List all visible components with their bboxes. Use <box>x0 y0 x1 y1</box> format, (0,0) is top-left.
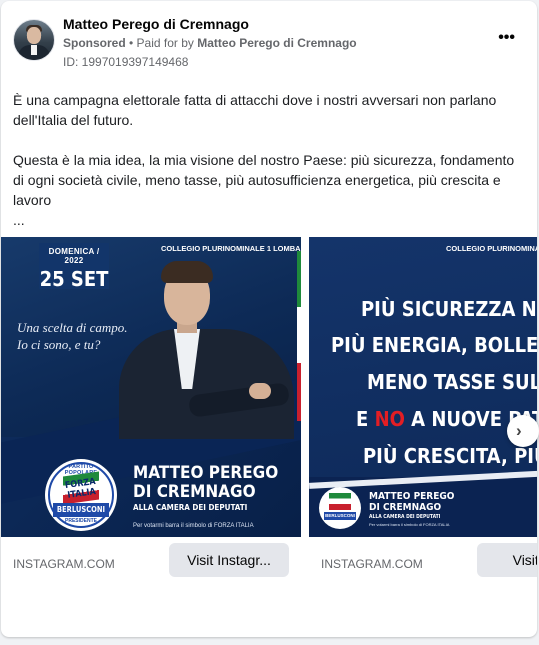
date-big: 25 SET <box>39 267 109 291</box>
candidate-name-line-1: MATTEO PEREGO <box>133 463 279 483</box>
italian-flag-stripe <box>297 251 301 421</box>
see-more-ellipsis[interactable]: ... <box>13 210 523 230</box>
paid-for-prefix: • Paid for by <box>125 36 198 50</box>
sponsored-label: Sponsored <box>63 36 126 50</box>
logo-band: BERLUSCONI <box>53 503 109 517</box>
creative-image[interactable]: DOMENICA / 2022 25 SET COLLEGIO PLURINOM… <box>1 237 301 537</box>
slogan-pre: E <box>356 407 375 431</box>
candidate-name-line-2: DI CREMNAGO <box>133 482 256 502</box>
creative-footer: Per votarmi barra il simbolo di FORZA IT… <box>369 522 450 527</box>
candidate-name-block: MATTEO PEREGO DI CREMNAGO ALLA CAMERA DE… <box>369 491 454 520</box>
visit-instagram-button[interactable]: Visit Instagr... <box>169 543 289 577</box>
card-footer: INSTAGRAM.COM Visit Ins <box>309 537 537 597</box>
slogan-line: MENO TASSE SULLA CAS <box>367 370 537 394</box>
avatar-shirt <box>31 45 37 55</box>
carousel-card[interactable]: DOMENICA / 2022 25 SET COLLEGIO PLURINOM… <box>1 237 301 597</box>
chevron-right-icon: › <box>516 421 522 440</box>
body-paragraph: Questa è la mia idea, la mia visione del… <box>13 152 515 208</box>
collegio-label: COLLEGIO PLURINOMINALE 1 <box>446 244 537 253</box>
candidate-name-line-1: MATTEO PEREGO <box>369 491 455 502</box>
candidate-subtitle: ALLA CAMERA DEI DEPUTATI <box>133 503 248 512</box>
body-paragraph: È una campagna elettorale fatta di attac… <box>13 92 497 128</box>
logo-president: PRESIDENTE <box>65 518 97 524</box>
advertiser-avatar[interactable] <box>13 19 55 61</box>
link-domain: INSTAGRAM.COM <box>13 557 115 571</box>
advertiser-name[interactable]: Matteo Perego di Cremnago <box>63 16 249 32</box>
creative-image[interactable]: COLLEGIO PLURINOMINALE 1 PIÙ SICUREZZA N… <box>309 237 537 537</box>
slogan-line: PIÙ SICUREZZA NELLE CIT <box>361 297 537 321</box>
paid-for-by[interactable]: Matteo Perego di Cremnago <box>197 36 356 50</box>
date-box: DOMENICA / 2022 25 SET <box>39 243 109 291</box>
ad-body: È una campagna elettorale fatta di attac… <box>13 90 523 230</box>
forza-italia-logo: PARTITO POPOLARE EUROPEO FORZA ITALIA BE… <box>45 459 117 531</box>
carousel: DOMENICA / 2022 25 SET COLLEGIO PLURINOM… <box>1 237 537 597</box>
logo-band: BERLUSCONI <box>324 512 356 520</box>
tagline: Una scelta di campo. Io ci sono, e tu? <box>17 319 127 353</box>
candidate-photo <box>119 259 294 439</box>
more-options-icon[interactable]: ••• <box>498 30 515 46</box>
visit-instagram-button[interactable]: Visit Ins <box>477 543 537 577</box>
carousel-card[interactable]: COLLEGIO PLURINOMINALE 1 PIÙ SICUREZZA N… <box>309 237 537 597</box>
tagline-line-1: Una scelta di campo. <box>17 320 128 335</box>
slogan-line: PIÙ CRESCITA, PIÙ LAVOR <box>363 444 537 468</box>
forza-italia-logo: BERLUSCONI <box>319 487 361 529</box>
ad-id: ID: 1997019397149468 <box>63 55 189 69</box>
sponsored-line: Sponsored • Paid for by Matteo Perego di… <box>63 36 357 50</box>
candidate-subtitle: ALLA CAMERA DEI DEPUTATI <box>369 514 441 520</box>
slogan-red-word: NO <box>374 407 405 431</box>
slogan-line: PIÙ ENERGIA, BOLLETTE MENO <box>331 333 537 357</box>
candidate-name-block: MATTEO PEREGO DI CREMNAGO ALLA CAMERA DE… <box>133 463 279 513</box>
card-footer: INSTAGRAM.COM Visit Instagr... <box>1 537 301 597</box>
collegio-label: COLLEGIO PLURINOMINALE 1 LOMBARDIA 1 <box>161 244 301 253</box>
candidate-name-line-2: DI CREMNAGO <box>369 502 442 513</box>
date-day: DOMENICA / 2022 <box>48 247 100 265</box>
carousel-next-button[interactable]: › <box>507 415 539 447</box>
ad-card: Matteo Perego di Cremnago Sponsored • Pa… <box>1 1 537 637</box>
creative-footer: Per votarmi barra il simbolo di FORZA IT… <box>133 523 254 529</box>
link-domain: INSTAGRAM.COM <box>321 557 423 571</box>
avatar-face <box>27 27 41 44</box>
tagline-line-2: Io ci sono, e tu? <box>17 337 101 352</box>
